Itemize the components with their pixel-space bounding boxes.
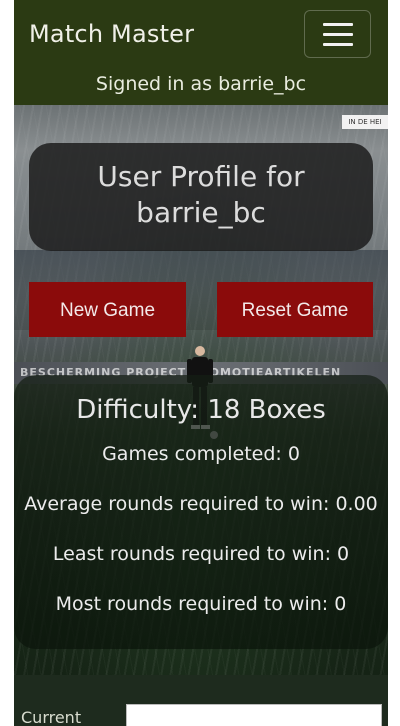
hero-background: IN DE HEI BESCHERMING PROJECT PROMOTIEAR… (14, 105, 388, 675)
brand-title[interactable]: Match Master (29, 20, 194, 48)
profile-title: User Profile for barrie_bc (97, 160, 305, 229)
average-rounds: Average rounds required to win: 0.00 (24, 493, 378, 515)
current-input[interactable] (126, 704, 382, 726)
least-rounds: Least rounds required to win: 0 (52, 543, 350, 565)
menu-toggle-button[interactable] (304, 10, 371, 58)
games-completed: Games completed: 0 (102, 443, 300, 465)
reset-game-button[interactable]: Reset Game (217, 282, 373, 337)
most-rounds: Most rounds required to win: 0 (55, 593, 347, 615)
navbar: Match Master Signed in as barrie_bc (14, 0, 388, 105)
current-label: Current (21, 708, 82, 726)
signed-in-text: Signed in as barrie_bc (95, 73, 307, 95)
ad-corner: IN DE HEI (342, 115, 388, 129)
new-game-button[interactable]: New Game (29, 282, 186, 337)
bottom-bar: Current (14, 675, 388, 726)
hamburger-icon (323, 23, 353, 26)
stats-card: Difficulty: 18 Boxes Games completed: 0 … (14, 375, 388, 649)
difficulty-heading: Difficulty: 18 Boxes (76, 395, 326, 425)
page: Match Master Signed in as barrie_bc IN D… (14, 0, 388, 726)
profile-card: User Profile for barrie_bc (29, 143, 373, 251)
